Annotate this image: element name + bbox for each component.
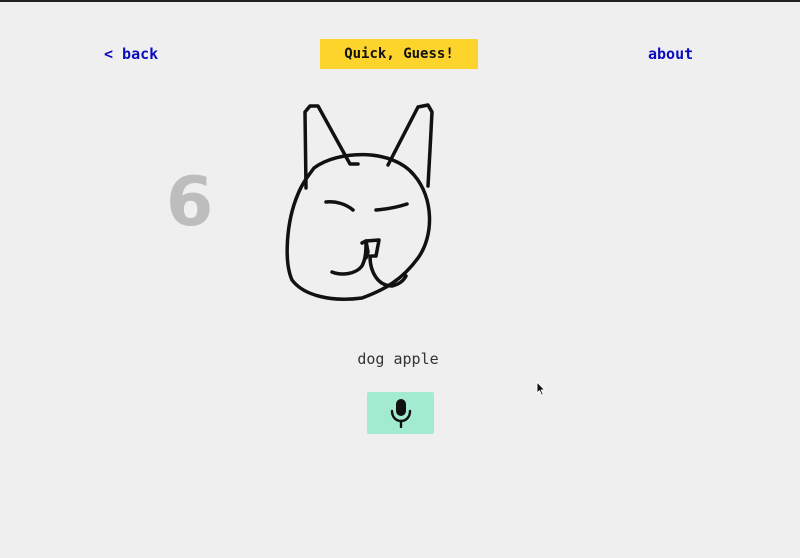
right-ear-stroke — [386, 103, 434, 188]
doodle-canvas — [285, 103, 434, 301]
mouse-pointer-icon — [536, 381, 546, 396]
guesses-text: dog apple — [357, 350, 439, 368]
microphone-icon — [390, 399, 411, 428]
window-top-border — [0, 0, 800, 2]
left-eye-stroke — [324, 200, 355, 212]
left-ear-stroke — [303, 104, 360, 190]
about-link[interactable]: about — [648, 44, 693, 64]
right-eye-stroke — [374, 202, 409, 212]
countdown-number: 6 — [166, 163, 214, 242]
back-link[interactable]: < back — [104, 44, 158, 64]
title-badge: Quick, Guess! — [320, 39, 478, 69]
microphone-button[interactable] — [367, 392, 434, 434]
title-text: Quick, Guess! — [344, 46, 454, 62]
head-outline-stroke — [285, 152, 432, 301]
